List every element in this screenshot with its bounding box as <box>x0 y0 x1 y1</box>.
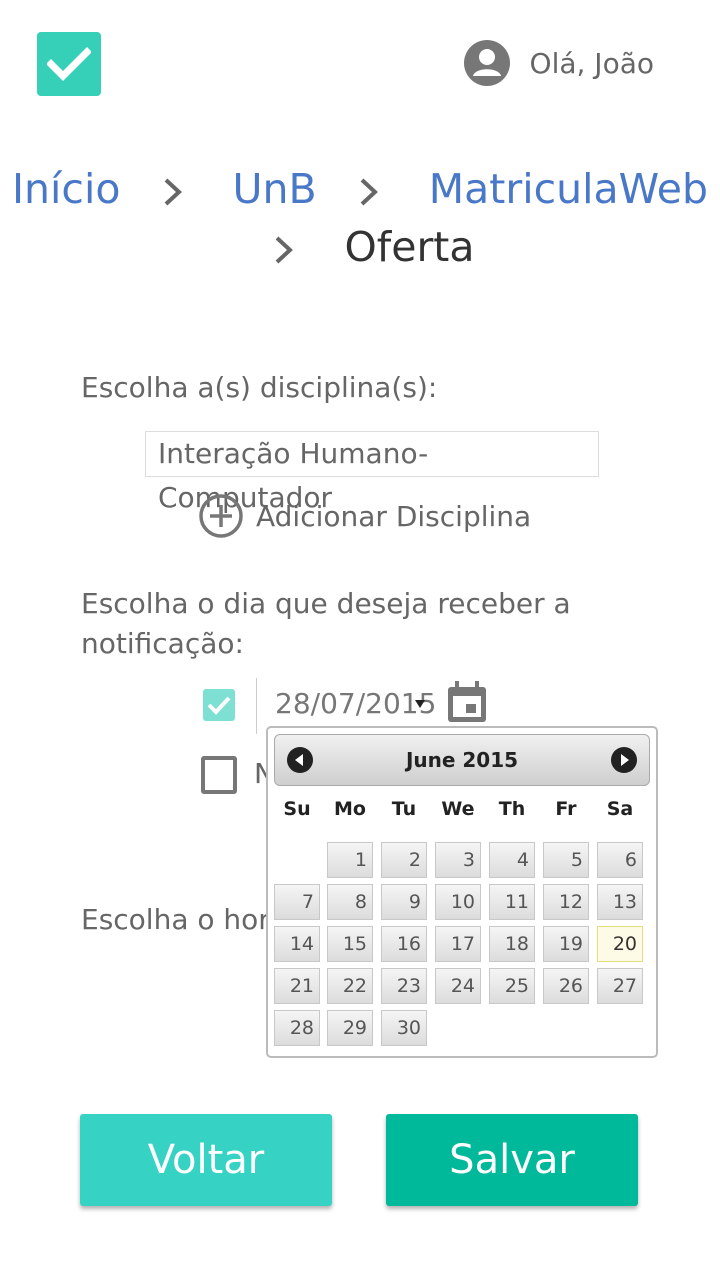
calendar-day[interactable]: 27 <box>597 968 643 1004</box>
chevron-right-icon <box>164 178 182 206</box>
calendar-day[interactable]: 8 <box>327 884 373 920</box>
calendar-day[interactable]: 13 <box>597 884 643 920</box>
calendar-day[interactable]: 3 <box>435 842 481 878</box>
calendar-icon[interactable] <box>446 680 488 724</box>
date-option-checkbox[interactable] <box>203 689 235 721</box>
checkmark-icon <box>207 696 231 715</box>
time-label: Escolha o hor <box>81 903 270 936</box>
day-label: Escolha o dia que deseja receber a notif… <box>81 584 571 664</box>
calendar-day[interactable]: 29 <box>327 1010 373 1046</box>
day-label-line2: notificação: <box>81 627 244 660</box>
calendar-day[interactable]: 12 <box>543 884 589 920</box>
weekday-header: Fr <box>555 798 577 820</box>
next-month-button[interactable] <box>611 747 637 773</box>
breadcrumb-matriculaweb[interactable]: MatriculaWeb <box>429 165 708 213</box>
caret-down-icon[interactable] <box>414 698 426 710</box>
calendar-day-today[interactable]: 20 <box>597 926 643 962</box>
weekday-header: Tu <box>391 798 417 820</box>
calendar-day[interactable]: 15 <box>327 926 373 962</box>
calendar-day[interactable]: 24 <box>435 968 481 1004</box>
datepicker-header: June 2015 <box>274 734 650 786</box>
calendar-day[interactable]: 16 <box>381 926 427 962</box>
discipline-field[interactable]: Interação Humano-Computador <box>145 431 599 514</box>
add-circle-icon <box>199 494 243 538</box>
calendar-day[interactable]: 22 <box>327 968 373 1004</box>
calendar-day[interactable]: 17 <box>435 926 481 962</box>
user-menu[interactable]: Olá, João <box>463 40 654 86</box>
prev-month-button[interactable] <box>287 747 313 773</box>
day-label-line1: Escolha o dia que deseja receber a <box>81 587 571 620</box>
calendar-day[interactable]: 26 <box>543 968 589 1004</box>
weekday-header: We <box>441 798 475 820</box>
calendar-day[interactable]: 5 <box>543 842 589 878</box>
chevron-right-icon <box>276 236 294 264</box>
calendar-day[interactable]: 7 <box>274 884 320 920</box>
chevron-right-icon <box>360 178 378 206</box>
weekday-header: Su <box>283 798 311 820</box>
calendar-day[interactable]: 10 <box>435 884 481 920</box>
calendar-day[interactable]: 6 <box>597 842 643 878</box>
calendar-day[interactable]: 30 <box>381 1010 427 1046</box>
calendar-day[interactable]: 2 <box>381 842 427 878</box>
disciplines-label: Escolha a(s) disciplina(s): <box>81 371 438 404</box>
breadcrumb: Início UnB MatriculaWeb Oferta <box>0 160 720 276</box>
calendar-day[interactable]: 14 <box>274 926 320 962</box>
arrow-right-icon <box>621 754 629 766</box>
datepicker: June 2015 Su Mo Tu We Th Fr Sa 1 2 3 4 5 6 7 8 9 10 11 12… <box>266 726 658 1058</box>
user-greeting: Olá, João <box>529 46 654 80</box>
app-logo[interactable] <box>37 32 101 96</box>
calendar-day[interactable]: 25 <box>489 968 535 1004</box>
breadcrumb-current: Oferta <box>344 223 475 271</box>
calendar-day[interactable]: 23 <box>381 968 427 1004</box>
calendar-day[interactable]: 28 <box>274 1010 320 1046</box>
weekday-header: Th <box>498 798 526 820</box>
arrow-left-icon <box>295 754 303 766</box>
weekday-header: Sa <box>606 798 634 820</box>
breadcrumb-inicio[interactable]: Início <box>12 165 121 213</box>
save-button[interactable]: Salvar <box>386 1114 638 1206</box>
never-option-checkbox[interactable] <box>201 756 237 794</box>
calendar-day[interactable]: 18 <box>489 926 535 962</box>
checkmark-icon <box>47 47 91 81</box>
calendar-day[interactable]: 11 <box>489 884 535 920</box>
add-discipline-button[interactable]: Adicionar Disciplina <box>198 493 531 539</box>
back-button[interactable]: Voltar <box>80 1114 332 1206</box>
calendar-day[interactable]: 19 <box>543 926 589 962</box>
datepicker-month-title: June 2015 <box>405 748 519 772</box>
breadcrumb-unb[interactable]: UnB <box>233 165 317 213</box>
user-avatar-icon <box>463 40 510 86</box>
calendar-day[interactable]: 21 <box>274 968 320 1004</box>
weekday-header: Mo <box>334 798 366 820</box>
add-discipline-label: Adicionar Disciplina <box>256 499 532 533</box>
calendar-day[interactable]: 1 <box>327 842 373 878</box>
calendar-day[interactable]: 4 <box>489 842 535 878</box>
calendar-day[interactable]: 9 <box>381 884 427 920</box>
